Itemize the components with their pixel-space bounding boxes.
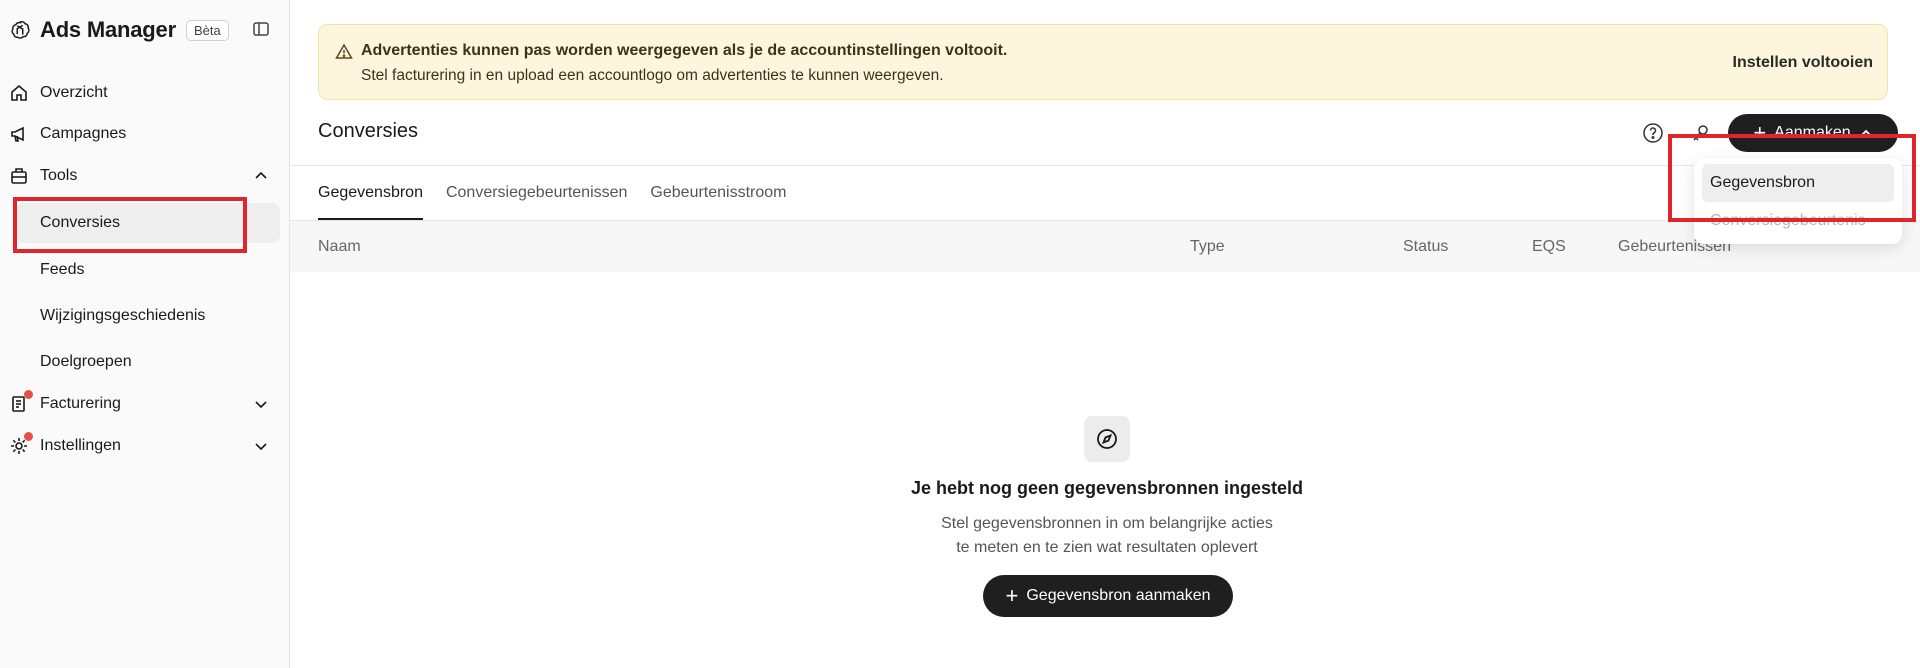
sidebar-item-campagnes[interactable]: Campagnes bbox=[8, 116, 280, 152]
openai-logo-icon bbox=[8, 18, 32, 42]
column-header-type[interactable]: Type bbox=[1190, 238, 1225, 256]
menu-item-conversiegebeurtenis[interactable]: Conversiegebeurtenis bbox=[1702, 204, 1894, 238]
chevron-down-icon bbox=[252, 437, 270, 455]
banner-text: Stel facturering in en upload een accoun… bbox=[361, 67, 944, 84]
column-header-eqs[interactable]: EQS bbox=[1532, 238, 1566, 256]
account-warning-banner: Advertenties kunnen pas worden weergegev… bbox=[318, 24, 1888, 100]
tab-bar: Gegevensbron Conversiegebeurtenissen Geb… bbox=[318, 166, 809, 220]
sidebar-item-tools[interactable]: Tools bbox=[8, 158, 280, 194]
chevron-up-icon bbox=[1859, 126, 1873, 140]
notification-dot bbox=[24, 432, 33, 441]
sidebar-item-label: Facturering bbox=[40, 395, 121, 412]
sidebar-item-conversies[interactable]: Conversies bbox=[16, 203, 280, 243]
banner-title: Advertenties kunnen pas worden weergegev… bbox=[361, 42, 1008, 59]
complete-setup-link[interactable]: Instellen voltooien bbox=[1733, 54, 1873, 72]
sidebar-item-label: Instellingen bbox=[40, 437, 121, 454]
tab-gebeurtenisstroom[interactable]: Gebeurtenisstroom bbox=[650, 166, 786, 220]
table-header: Naam Type Status EQS Gebeurtenissen bbox=[290, 220, 1920, 272]
sidebar-item-label: Feeds bbox=[40, 261, 85, 278]
create-dropdown-menu: Gegevensbron Conversiegebeurtenis bbox=[1694, 158, 1902, 244]
empty-state-line: te meten en te zien wat resultaten oplev… bbox=[956, 539, 1258, 556]
sidebar-item-label: Conversies bbox=[40, 214, 121, 231]
toolbox-icon bbox=[8, 165, 30, 187]
sidebar-item-doelgroepen[interactable]: Doelgroepen bbox=[16, 342, 280, 382]
help-icon[interactable] bbox=[1642, 122, 1666, 146]
column-header-status[interactable]: Status bbox=[1403, 238, 1448, 256]
sidebar-item-wijzigingsgeschiedenis[interactable]: Wijzigingsgeschiedenis bbox=[16, 296, 280, 336]
sidebar-item-label: Doelgroepen bbox=[40, 353, 132, 370]
sidebar-toggle-icon[interactable] bbox=[252, 20, 272, 40]
home-icon bbox=[8, 82, 30, 104]
invoice-icon bbox=[8, 390, 33, 415]
menu-item-gegevensbron[interactable]: Gegevensbron bbox=[1702, 164, 1894, 202]
gear-icon bbox=[8, 432, 33, 457]
chevron-down-icon bbox=[252, 395, 270, 413]
create-button-label: Aanmaken bbox=[1774, 124, 1851, 141]
column-header-naam[interactable]: Naam bbox=[318, 238, 361, 256]
plus-icon: + bbox=[1753, 120, 1767, 145]
empty-state-title: Je hebt nog geen gegevensbronnen ingeste… bbox=[910, 478, 1304, 498]
sidebar-item-label: Overzicht bbox=[40, 84, 108, 101]
compass-icon bbox=[1084, 416, 1130, 462]
empty-state-line: Stel gegevensbronnen in om belangrijke a… bbox=[941, 515, 1273, 532]
sidebar-item-label: Campagnes bbox=[40, 125, 127, 142]
sidebar-item-label: Wijzigingsgeschiedenis bbox=[40, 307, 206, 324]
sidebar: Ads Manager Bèta Overzicht Campagnes Too… bbox=[0, 0, 290, 668]
beta-badge: Bèta bbox=[185, 19, 229, 41]
create-data-source-button[interactable]: + Gegevensbron aanmaken bbox=[983, 575, 1233, 617]
warning-icon bbox=[335, 43, 353, 61]
plus-icon: + bbox=[1005, 583, 1019, 608]
key-icon[interactable] bbox=[1690, 122, 1714, 146]
empty-state-text: Stel gegevensbronnen in om belangrijke a… bbox=[857, 512, 1357, 560]
sidebar-item-facturering[interactable]: Facturering bbox=[8, 386, 280, 422]
megaphone-icon bbox=[8, 123, 30, 145]
chevron-up-icon bbox=[252, 167, 270, 185]
sidebar-item-overzicht[interactable]: Overzicht bbox=[8, 75, 280, 111]
create-button[interactable]: + Aanmaken bbox=[1728, 114, 1898, 152]
tab-conversiegebeurtenissen[interactable]: Conversiegebeurtenissen bbox=[446, 166, 627, 220]
sidebar-item-label: Tools bbox=[40, 167, 78, 184]
tab-gegevensbron[interactable]: Gegevensbron bbox=[318, 166, 423, 220]
app-title: Ads Manager bbox=[40, 17, 176, 42]
sidebar-item-instellingen[interactable]: Instellingen bbox=[8, 428, 280, 464]
main-content: Advertenties kunnen pas worden weergegev… bbox=[290, 0, 1920, 668]
brand: Ads Manager Bèta bbox=[8, 14, 229, 46]
create-data-source-label: Gegevensbron aanmaken bbox=[1026, 587, 1211, 604]
notification-dot bbox=[24, 390, 33, 399]
page-title: Conversies bbox=[318, 120, 419, 142]
sidebar-item-feeds[interactable]: Feeds bbox=[16, 250, 280, 290]
